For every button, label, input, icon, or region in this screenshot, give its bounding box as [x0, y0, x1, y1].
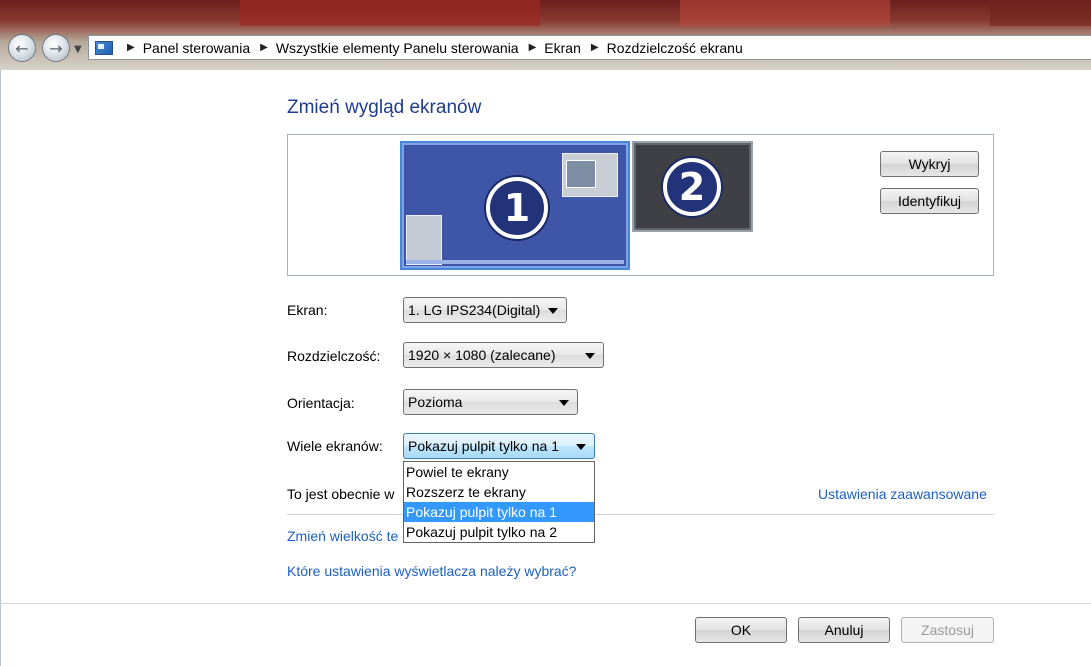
cancel-button[interactable]: Anuluj: [798, 617, 890, 643]
resolution-select-value: 1920 × 1080 (zalecane): [408, 347, 556, 363]
taskbar-thumbnail: [406, 260, 624, 264]
which-settings-link[interactable]: Które ustawienia wyświetlacza należy wyb…: [287, 563, 576, 579]
multi-display-dropdown-list: Powiel te ekrany Rozszerz te ekrany Poka…: [403, 461, 595, 543]
change-text-size-link[interactable]: Zmień wielkość te: [287, 528, 398, 544]
window-thumbnail: [562, 153, 618, 197]
background-blur: [990, 0, 1091, 26]
option-only-1[interactable]: Pokazuj pulpit tylko na 1: [404, 502, 594, 522]
apply-button[interactable]: Zastosuj: [901, 617, 994, 643]
section-divider: [287, 514, 994, 515]
chevron-right-icon[interactable]: ▶: [260, 42, 268, 53]
monitor-1-badge: 1: [486, 177, 548, 239]
breadcrumb-all-items[interactable]: Wszystkie elementy Panelu sterowania: [276, 40, 519, 56]
history-dropdown-icon[interactable]: ▼: [74, 44, 82, 55]
option-only-2[interactable]: Pokazuj pulpit tylko na 2: [404, 522, 594, 542]
chevron-right-icon[interactable]: ▶: [529, 42, 537, 53]
display-label: Ekran:: [287, 302, 328, 318]
display-select-value: 1. LG IPS234(Digital): [408, 302, 541, 318]
ok-button[interactable]: OK: [695, 617, 787, 643]
chevron-right-icon[interactable]: ▶: [591, 42, 599, 53]
chevron-down-icon: [559, 400, 569, 406]
detect-button[interactable]: Wykryj: [880, 151, 979, 177]
orientation-select[interactable]: Pozioma: [403, 389, 578, 415]
chevron-right-icon[interactable]: ▶: [127, 42, 135, 53]
chevron-down-icon: [585, 353, 595, 359]
identify-button[interactable]: Identyfikuj: [880, 188, 979, 214]
display-select[interactable]: 1. LG IPS234(Digital): [403, 297, 567, 323]
chevron-down-icon: [576, 444, 586, 450]
breadcrumb-control-panel[interactable]: Panel sterowania: [143, 40, 250, 56]
address-bar[interactable]: ▶ Panel sterowania ▶ Wszystkie elementy …: [88, 35, 1091, 60]
breadcrumb-resolution[interactable]: Rozdzielczość ekranu: [607, 40, 743, 56]
window-thumbnail: [406, 215, 442, 265]
page-title: Zmień wygląd ekranów: [287, 97, 482, 118]
background-blur: [240, 0, 540, 26]
option-extend[interactable]: Rozszerz te ekrany: [404, 482, 594, 502]
footer-divider: [0, 603, 1091, 604]
orientation-select-value: Pozioma: [408, 394, 463, 410]
multi-display-select[interactable]: Pokazuj pulpit tylko na 1: [403, 433, 595, 459]
chevron-down-icon: [548, 308, 558, 314]
multi-display-label: Wiele ekranów:: [287, 438, 383, 454]
forward-arrow-icon[interactable]: →: [42, 34, 70, 62]
option-duplicate[interactable]: Powiel te ekrany: [404, 462, 594, 482]
monitor-2-badge: 2: [663, 158, 721, 216]
breadcrumb-display[interactable]: Ekran: [544, 40, 581, 56]
control-panel-icon: [95, 40, 113, 55]
resolution-label: Rozdzielczość:: [287, 348, 381, 364]
back-arrow-icon[interactable]: ←: [8, 34, 36, 62]
background-blur: [680, 0, 890, 26]
current-display-text: To jest obecnie w: [287, 486, 395, 502]
multi-display-select-value: Pokazuj pulpit tylko na 1: [408, 438, 559, 454]
advanced-settings-link[interactable]: Ustawienia zaawansowane: [818, 486, 987, 502]
orientation-label: Orientacja:: [287, 395, 355, 411]
resolution-select[interactable]: 1920 × 1080 (zalecane): [403, 342, 604, 368]
